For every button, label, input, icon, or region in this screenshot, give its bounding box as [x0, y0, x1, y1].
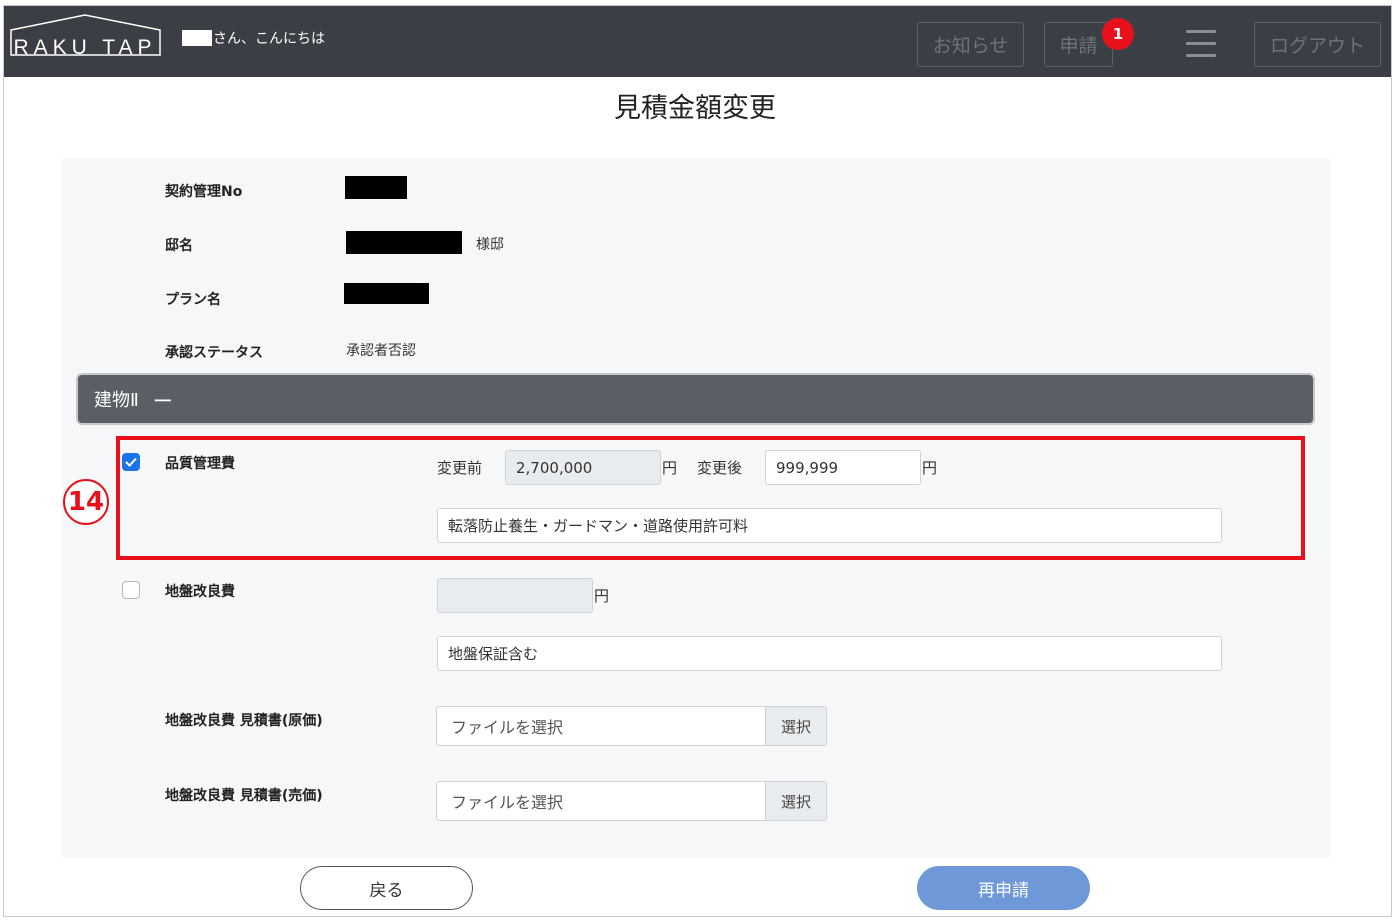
- residence-name-label: 邸名: [165, 238, 193, 254]
- notification-badge: 1: [1102, 18, 1134, 50]
- redacted-contract-no: [345, 176, 407, 199]
- ground-note-input[interactable]: 地盤保証含む: [437, 636, 1222, 671]
- page-title: 見積金額変更: [614, 93, 776, 124]
- ground-cost-checkbox[interactable]: [122, 581, 140, 599]
- contract-no-label: 契約管理No: [165, 184, 243, 200]
- file-select-button[interactable]: 選択: [765, 707, 826, 745]
- before-change-field: 2,700,000: [505, 450, 661, 485]
- logout-button[interactable]: ログアウト: [1254, 22, 1381, 67]
- after-change-input[interactable]: 999,999: [765, 450, 921, 485]
- check-icon: [125, 457, 137, 467]
- approval-status-value: 承認者否認: [346, 343, 416, 359]
- file-select-button[interactable]: 選択: [765, 782, 826, 820]
- top-navbar: RAKU TAP さん、こんにちは お知らせ 申請 1 ログアウト: [4, 6, 1391, 77]
- file-label-cost: 地盤改良費 見積書(原価): [165, 713, 323, 729]
- quality-cost-label: 品質管理費: [165, 456, 235, 472]
- file-picker-price[interactable]: ファイルを選択 選択: [436, 781, 827, 821]
- ground-unit: 円: [594, 587, 610, 605]
- hamburger-icon[interactable]: [1186, 30, 1216, 58]
- news-button[interactable]: お知らせ: [917, 22, 1024, 67]
- quality-note-input[interactable]: 転落防止養生・ガードマン・道路使用許可料: [437, 508, 1222, 543]
- quality-cost-checkbox[interactable]: [122, 453, 140, 471]
- before-change-label: 変更前: [437, 459, 483, 477]
- residence-name-suffix: 様邸: [476, 237, 504, 253]
- reapply-button[interactable]: 再申請: [917, 866, 1090, 910]
- after-change-label: 変更後: [697, 459, 743, 477]
- back-button[interactable]: 戻る: [300, 866, 473, 910]
- file-picker-cost[interactable]: ファイルを選択 選択: [436, 706, 827, 746]
- greeting: さん、こんにちは: [182, 28, 325, 48]
- collapse-toggle-icon[interactable]: ー: [153, 385, 173, 414]
- redacted-username: [182, 30, 212, 46]
- file-placeholder[interactable]: ファイルを選択: [437, 782, 765, 820]
- after-unit: 円: [922, 459, 938, 477]
- file-label-price: 地盤改良費 見積書(売価): [165, 788, 323, 804]
- logo-text: RAKU TAP: [13, 36, 157, 59]
- greeting-text: さん、こんにちは: [213, 31, 325, 47]
- section-header-building[interactable]: 建物Ⅱ ー: [76, 373, 1315, 425]
- redacted-plan-name: [344, 283, 429, 304]
- logo[interactable]: RAKU TAP: [10, 14, 166, 64]
- annotation-number: 14: [63, 479, 109, 525]
- ground-cost-field: [437, 578, 593, 613]
- ground-cost-label: 地盤改良費: [165, 584, 235, 600]
- plan-name-label: プラン名: [165, 292, 221, 308]
- redacted-residence-name: [346, 231, 462, 254]
- approval-status-label: 承認ステータス: [165, 345, 263, 361]
- before-unit: 円: [662, 459, 678, 477]
- section-title: 建物Ⅱ: [94, 390, 139, 411]
- file-placeholder[interactable]: ファイルを選択: [437, 707, 765, 745]
